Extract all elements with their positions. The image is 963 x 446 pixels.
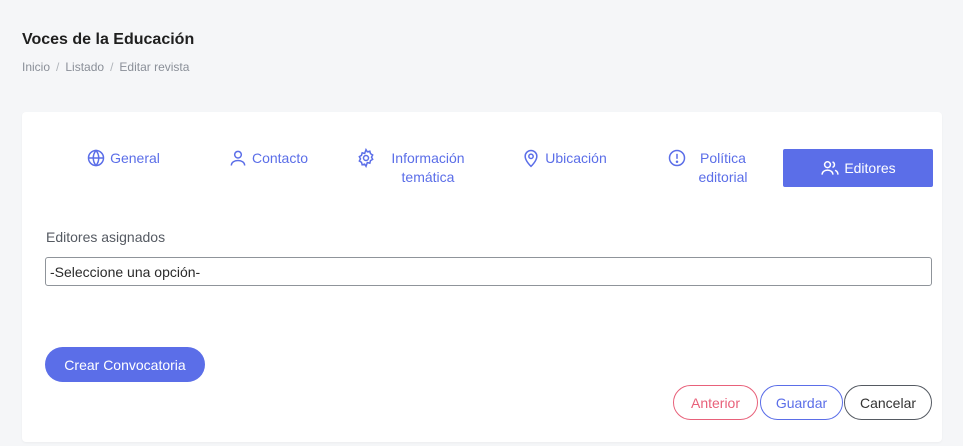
user-icon (228, 148, 248, 168)
create-call-button[interactable]: Crear Convocatoria (45, 347, 205, 382)
tab-label: Política editorial (698, 150, 748, 185)
users-icon (820, 158, 840, 178)
location-pin-icon (521, 148, 541, 168)
gear-icon (356, 148, 376, 168)
save-button[interactable]: Guardar (760, 385, 843, 420)
tab-general[interactable]: General (78, 149, 168, 187)
tab-label: Editores (844, 159, 896, 176)
tab-label: General (110, 150, 160, 166)
tab-label: Ubicación (545, 150, 607, 166)
breadcrumb: Inicio / Listado / Editar revista (22, 60, 189, 74)
tab-politica-editorial[interactable]: Política editorial (666, 149, 756, 187)
breadcrumb-current: Editar revista (119, 60, 190, 74)
breadcrumb-separator: / (56, 60, 60, 74)
page-header: Voces de la Educación Inicio / Listado / Edi… (0, 0, 963, 100)
breadcrumb-inicio[interactable]: Inicio (22, 60, 50, 74)
alert-circle-icon (667, 148, 687, 168)
page-title: Voces de la Educación (22, 31, 195, 48)
previous-button[interactable]: Anterior (673, 385, 758, 420)
editors-select[interactable]: -Seleccione una opción- (45, 257, 932, 286)
form-card: General Contacto Información temática Ub… (22, 112, 942, 442)
breadcrumb-separator: / (110, 60, 114, 74)
tab-contacto[interactable]: Contacto (218, 149, 318, 187)
tab-editores[interactable]: Editores (783, 149, 933, 187)
tab-ubicacion[interactable]: Ubicación (512, 149, 616, 187)
cancel-button[interactable]: Cancelar (844, 385, 932, 420)
globe-icon (86, 148, 106, 168)
tab-informacion-tematica[interactable]: Información temática (356, 148, 476, 187)
tab-label: Contacto (251, 150, 309, 166)
editors-field-label: Editores asignados (46, 229, 166, 245)
tab-label: Información temática (391, 150, 465, 185)
breadcrumb-listado[interactable]: Listado (65, 60, 104, 74)
